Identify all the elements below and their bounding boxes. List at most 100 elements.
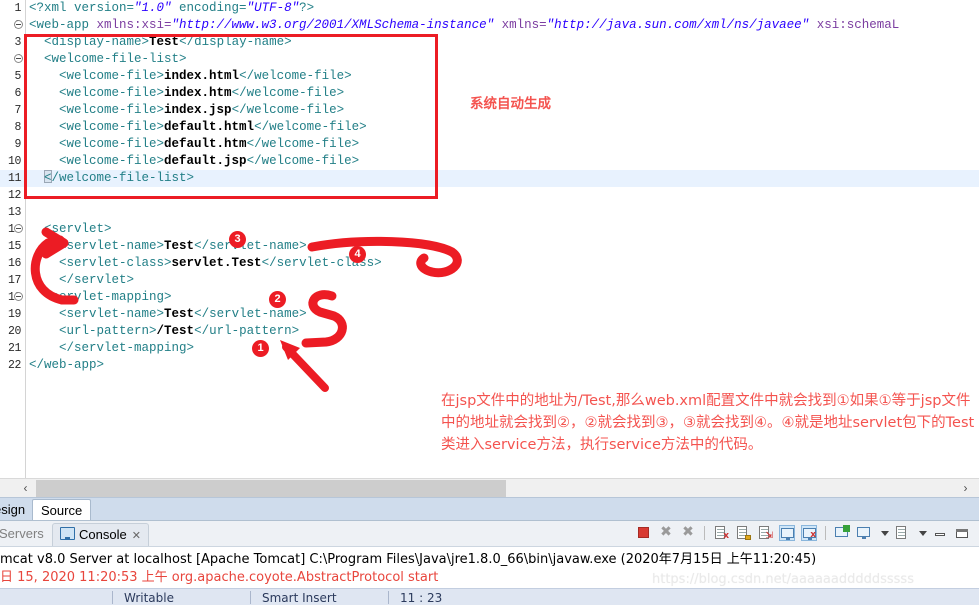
chevron-down-icon [919, 530, 927, 536]
code-text: <welcome-file>index.jsp</welcome-file> [29, 102, 344, 119]
code-text: <welcome-file>default.html</welcome-file… [29, 119, 367, 136]
pin-console-button[interactable] [834, 524, 850, 541]
code-token: xmlns= [501, 18, 547, 32]
code-fold-collapse-icon[interactable] [14, 292, 23, 301]
code-line[interactable]: 18 <servlet-mapping> [0, 289, 979, 306]
code-text: <servlet> [29, 221, 112, 238]
clear-console-button[interactable]: x [713, 525, 729, 541]
show-console-on-error-button[interactable]: x [801, 524, 817, 541]
code-area[interactable]: 1<?xml version="1.0" encoding="UTF-8"?>2… [0, 0, 979, 478]
scrollbar-thumb[interactable] [36, 480, 506, 497]
open-console-button-dropdown[interactable] [916, 525, 927, 541]
console-view-tabbar: Servers Console ✕ ✖ ✖ x ⇲ x [0, 521, 979, 547]
scroll-left-arrow[interactable]: ‹ [16, 479, 35, 498]
code-line[interactable]: 22 </web-app> [0, 357, 979, 374]
eclipse-ide-window: 1<?xml version="1.0" encoding="UTF-8"?>2… [0, 0, 979, 605]
status-cursor-position: 11 : 23 [400, 591, 443, 605]
code-text: <welcome-file>default.jsp</welcome-file> [29, 153, 359, 170]
code-token: <servlet-name> [59, 307, 165, 321]
code-line[interactable]: 10 <welcome-file>default.jsp</welcome-fi… [0, 153, 979, 170]
display-selected-console-button-dropdown[interactable] [878, 525, 889, 541]
minimize-button[interactable] [932, 525, 948, 541]
code-line[interactable]: 13 [0, 204, 979, 221]
code-token: ?> [299, 1, 315, 15]
status-bar: Writable Smart Insert 11 : 23 [0, 588, 979, 605]
code-line[interactable]: 17 </servlet> [0, 272, 979, 289]
editor-mode-tabbar: esign Source [0, 497, 979, 521]
line-number: 19 [7, 308, 21, 321]
watermark: https://blog.csdn.net/aaaaaadddddsssss [652, 572, 914, 587]
code-line[interactable]: 4 <welcome-file-list> [0, 51, 979, 68]
code-token: <servlet-mapping> [44, 290, 172, 304]
code-line[interactable]: 2<web-app xmlns:xsi="http://www.w3.org/2… [0, 17, 979, 34]
code-line[interactable]: 7 <welcome-file>index.jsp</welcome-file> [0, 102, 979, 119]
code-token: <welcome-file> [59, 86, 165, 100]
terminate-button[interactable] [636, 525, 652, 541]
code-line[interactable]: 9 <welcome-file>default.htm</welcome-fil… [0, 136, 979, 153]
code-text: </servlet-mapping> [29, 340, 194, 357]
editor-horizontal-scrollbar[interactable]: ‹ › [0, 478, 979, 498]
line-number: 10 [7, 155, 21, 168]
tab-design[interactable]: esign [0, 499, 33, 521]
xml-source-editor[interactable]: 1<?xml version="1.0" encoding="UTF-8"?>2… [0, 0, 979, 478]
code-text: <web-app xmlns:xsi="http://www.w3.org/20… [29, 17, 899, 34]
code-line[interactable]: 8 <welcome-file>default.html</welcome-fi… [0, 119, 979, 136]
chevron-down-icon [881, 530, 889, 536]
code-line[interactable]: 3 <display-name>Test</display-name> [0, 34, 979, 51]
console-toolbar[interactable]: ✖ ✖ x ⇲ x [633, 524, 973, 544]
scroll-right-arrow[interactable]: › [956, 479, 975, 498]
code-fold-collapse-icon[interactable] [14, 224, 23, 233]
scroll-lock-button[interactable] [735, 525, 751, 541]
remove-all-launches-button[interactable]: ✖ [680, 524, 696, 541]
word-wrap-button[interactable]: ⇲ [757, 525, 773, 541]
code-line[interactable]: 21 </servlet-mapping> [0, 340, 979, 357]
line-number: 8 [14, 121, 21, 134]
code-line[interactable]: 16 <servlet-class>servlet.Test</servlet-… [0, 255, 979, 272]
code-text: <welcome-file>default.htm</welcome-file> [29, 136, 359, 153]
status-divider-1 [112, 591, 113, 604]
code-text: <welcome-file-list> [29, 51, 187, 68]
code-line[interactable]: 1 <?xml version="1.0" encoding="UTF-8"?> [0, 0, 979, 17]
status-divider-2 [250, 591, 251, 604]
tab-console[interactable]: Console ✕ [52, 523, 149, 546]
code-token: index.jsp [164, 103, 232, 117]
code-token: index.html [164, 69, 240, 83]
code-line[interactable]: 12 [0, 187, 979, 204]
maximize-button[interactable] [954, 525, 970, 541]
code-line[interactable]: 5 <welcome-file>index.html</welcome-file… [0, 68, 979, 85]
code-line[interactable]: 15 <servlet-name>Test</servlet-name> [0, 238, 979, 255]
code-token: <web-app [29, 18, 97, 32]
code-line[interactable]: 14 <servlet> [0, 221, 979, 238]
code-text: <welcome-file>index.htm</welcome-file> [29, 85, 344, 102]
line-number: 9 [14, 138, 21, 151]
code-text: <display-name>Test</display-name> [29, 34, 292, 51]
remove-launch-button[interactable]: ✖ [658, 524, 674, 541]
code-line[interactable]: 11 </welcome-file-list> [0, 170, 979, 187]
code-token: <welcome-file> [59, 69, 165, 83]
code-token: "1.0" [134, 1, 172, 15]
tab-servers[interactable]: Servers [0, 523, 51, 546]
code-token: </servlet> [59, 273, 135, 287]
code-token: <display-name> [44, 35, 150, 49]
tab-source[interactable]: Source [32, 499, 92, 521]
code-fold-collapse-icon[interactable] [14, 54, 23, 63]
code-text: </servlet> [29, 272, 134, 289]
code-fold-collapse-icon[interactable] [14, 20, 23, 29]
line-number: 1 [14, 2, 21, 15]
code-token: "http://java.sun.com/xml/ns/javaee" [546, 18, 810, 32]
code-token: </url-pattern> [194, 324, 300, 338]
show-console-on-output-button[interactable] [779, 524, 795, 541]
code-line[interactable]: 20 <url-pattern>/Test</url-pattern> [0, 323, 979, 340]
code-token: xmlns:xsi= [96, 18, 172, 32]
code-token: </welcome-file> [246, 154, 360, 168]
open-console-button[interactable] [894, 525, 910, 541]
close-icon[interactable]: ✕ [132, 525, 141, 547]
code-text: <url-pattern>/Test</url-pattern> [29, 323, 299, 340]
code-line[interactable]: 6 <welcome-file>index.htm</welcome-file> [0, 85, 979, 102]
code-text: <servlet-name>Test</servlet-name> [29, 238, 307, 255]
display-selected-console-button[interactable] [856, 525, 872, 541]
code-line[interactable]: 19 <servlet-name>Test</servlet-name> [0, 306, 979, 323]
line-number: 12 [7, 189, 21, 202]
